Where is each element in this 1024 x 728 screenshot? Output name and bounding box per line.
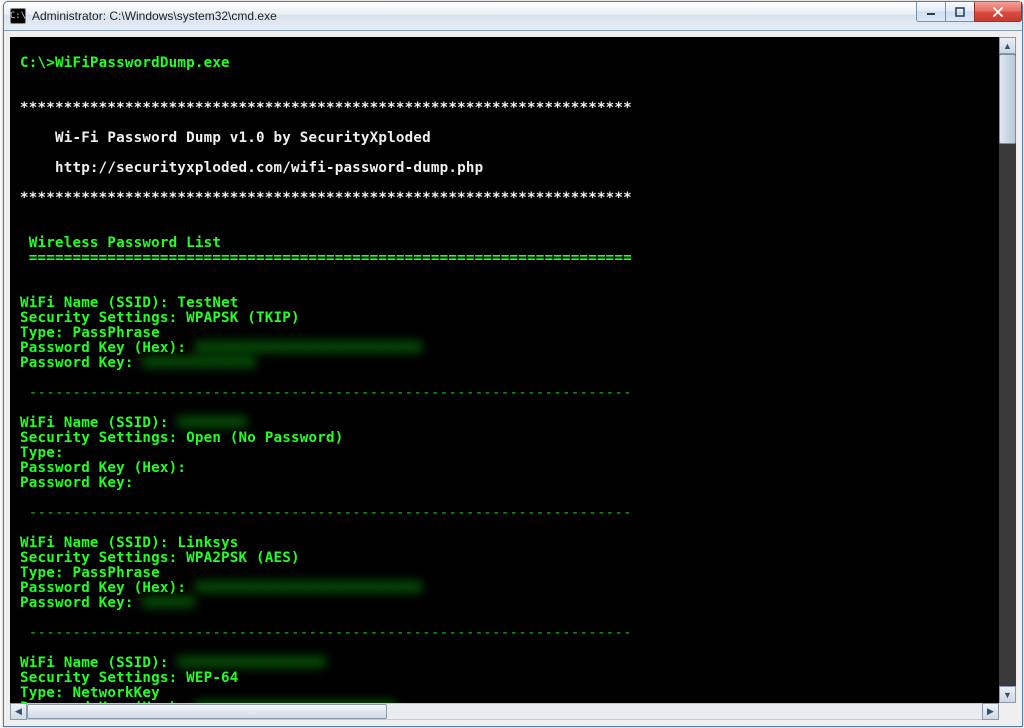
separator: ----------------------------------------… xyxy=(20,625,632,641)
titlebar[interactable]: C:\ Administrator: C:\Windows\system32\c… xyxy=(4,2,1022,31)
command-prompt-line: C:\>WiFiPasswordDump.exe xyxy=(20,55,230,71)
net0-ssid: WiFi Name (SSID): TestNet xyxy=(20,295,239,311)
redacted-value: XXXXXXXXXXXXXXXXXXXXXXXXXX xyxy=(195,341,422,356)
scroll-down-button[interactable]: ▼ xyxy=(999,686,1016,703)
separator: ----------------------------------------… xyxy=(20,385,632,401)
net3-type: Type: NetworkKey xyxy=(20,685,160,701)
banner-line-2: http://securityxploded.com/wifi-password… xyxy=(20,160,483,176)
horizontal-scrollbar[interactable]: ◀ ▶ xyxy=(10,703,1016,720)
vscroll-thumb[interactable] xyxy=(999,54,1016,144)
net1-sec: Security Settings: Open (No Password) xyxy=(20,430,343,446)
window-controls xyxy=(917,2,1022,22)
net3-sec: Security Settings: WEP-64 xyxy=(20,670,239,686)
banner-deco-top: ****************************************… xyxy=(20,100,632,116)
cmd-system-icon[interactable]: C:\ xyxy=(10,8,26,24)
net0-type: Type: PassPhrase xyxy=(20,325,160,341)
close-button[interactable] xyxy=(974,2,1022,22)
redacted-value: XXXXXXXXXXXXXXXXXXXXXXXXXX xyxy=(195,581,422,596)
vscroll-track[interactable] xyxy=(999,54,1016,686)
hscroll-track[interactable] xyxy=(27,703,982,720)
list-header: Wireless Password List xyxy=(20,235,221,251)
redacted-value: XXXXXX xyxy=(142,596,194,611)
scroll-up-button[interactable]: ▲ xyxy=(999,37,1016,54)
minimize-button[interactable] xyxy=(916,2,946,22)
maximize-button[interactable] xyxy=(945,2,975,22)
net2-ssid: WiFi Name (SSID): Linksys xyxy=(20,535,239,551)
net1-key: Password Key: xyxy=(20,475,142,491)
net0-sec: Security Settings: WPAPSK (TKIP) xyxy=(20,310,300,326)
net2-hex: Password Key (Hex): XXXXXXXXXXXXXXXXXXXX… xyxy=(20,580,422,596)
resize-grip[interactable] xyxy=(999,703,1016,720)
net1-type: Type: xyxy=(20,445,72,461)
banner-line-1: Wi-Fi Password Dump v1.0 by SecurityXplo… xyxy=(20,130,431,146)
net2-type: Type: PassPhrase xyxy=(20,565,160,581)
console-output: C:\>WiFiPasswordDump.exe ***************… xyxy=(10,37,1016,703)
net3-ssid: WiFi Name (SSID): XXXXXXXXXXXXXXXXX xyxy=(20,655,326,671)
scroll-right-button[interactable]: ▶ xyxy=(982,703,999,720)
scroll-left-button[interactable]: ◀ xyxy=(10,703,27,720)
net0-hex: Password Key (Hex): XXXXXXXXXXXXXXXXXXXX… xyxy=(20,340,422,356)
hscroll-thumb[interactable] xyxy=(27,704,387,719)
banner-deco-bottom: ****************************************… xyxy=(20,190,632,206)
cmd-window: C:\ Administrator: C:\Windows\system32\c… xyxy=(3,1,1023,727)
window-title: Administrator: C:\Windows\system32\cmd.e… xyxy=(32,9,277,23)
redacted-value: XXXXXXXXXXXXXXXXX xyxy=(177,656,326,671)
net2-key: Password Key: XXXXXX xyxy=(20,595,195,611)
net2-sec: Security Settings: WPA2PSK (AES) xyxy=(20,550,300,566)
net0-key: Password Key: XXXXXXXXXXXXX xyxy=(20,355,256,371)
net1-ssid: WiFi Name (SSID): XXXXXXXX xyxy=(20,415,247,431)
list-header-underline: ========================================… xyxy=(20,250,632,266)
console-client-area: C:\>WiFiPasswordDump.exe ***************… xyxy=(10,37,1016,703)
vertical-scrollbar[interactable]: ▲ ▼ xyxy=(999,37,1016,703)
net1-hex: Password Key (Hex): xyxy=(20,460,195,476)
separator: ----------------------------------------… xyxy=(20,505,632,521)
redacted-value: XXXXXXXXXXXXX xyxy=(142,356,256,371)
redacted-value: XXXXXXXX xyxy=(177,416,247,431)
